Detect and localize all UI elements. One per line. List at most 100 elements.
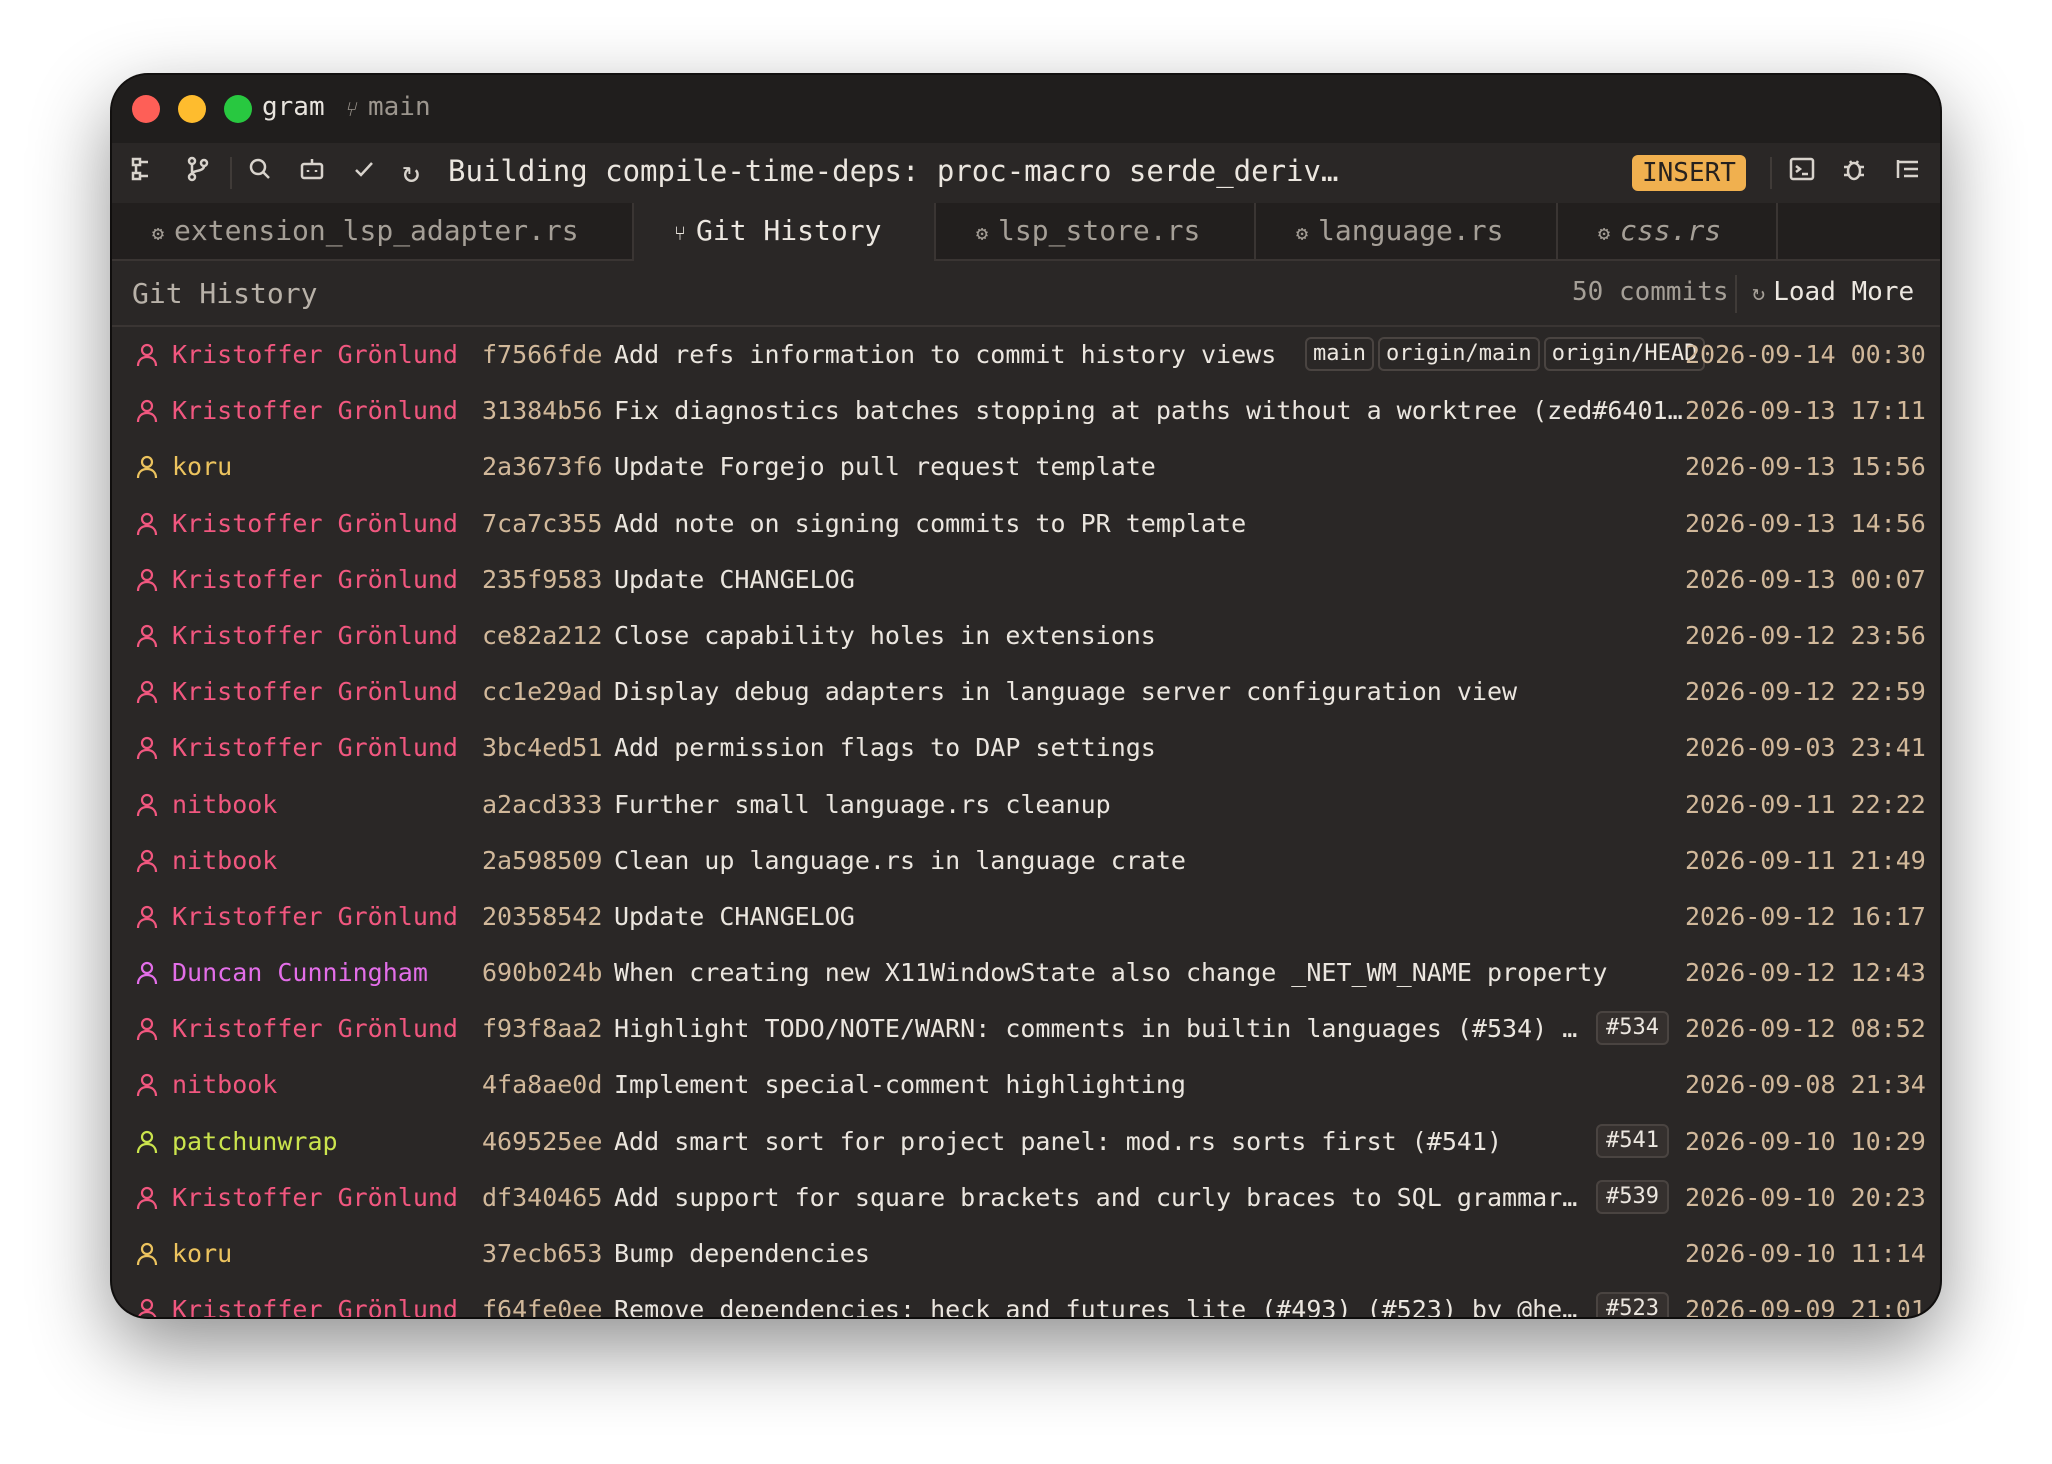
commit-hash[interactable]: 2a3673f6 <box>482 451 602 483</box>
sync-icon: ↻ <box>402 155 421 190</box>
user-avatar-icon <box>132 1182 162 1220</box>
load-more-button[interactable]: ↻ Load More <box>1752 277 1914 307</box>
commit-message: Close capability holes in extensions <box>614 620 1156 650</box>
commit-row[interactable]: Kristoffer Grönlund 20358542 Update CHANGE… <box>112 889 1940 945</box>
commit-author: Kristoffer Grönlund <box>172 508 458 538</box>
commit-row[interactable]: nitbook 2a598509 Clean up language.rs in l… <box>112 833 1940 889</box>
user-avatar-icon <box>132 1013 162 1051</box>
pull-request-badge[interactable]: #539 <box>1596 1179 1669 1214</box>
tab-language[interactable]: ⚙ language.rs <box>1256 203 1558 259</box>
commit-hash[interactable]: cc1e29ad <box>482 676 602 708</box>
commit-hash[interactable]: 469525ee <box>482 1126 602 1158</box>
commit-hash[interactable]: 3bc4ed51 <box>482 732 602 764</box>
maximize-window-button[interactable] <box>224 95 252 123</box>
commit-hash[interactable]: 31384b56 <box>482 395 602 427</box>
commit-row[interactable]: Kristoffer Grönlund f7566fde Add refs info… <box>112 327 1940 383</box>
commit-hash[interactable]: df340465 <box>482 1182 602 1214</box>
commit-row[interactable]: Kristoffer Grönlund df340465 Add support f… <box>112 1170 1940 1226</box>
user-avatar-icon <box>132 1126 162 1164</box>
ref-badge[interactable]: origin/HEAD <box>1543 337 1706 371</box>
checkmark-icon[interactable] <box>352 155 376 191</box>
pull-request-badge[interactable]: #534 <box>1596 1011 1669 1046</box>
commit-row[interactable]: Duncan Cunningham 690b024b When creating n… <box>112 945 1940 1001</box>
commit-row[interactable]: patchunwrap 469525ee Add smart sort for pr… <box>112 1114 1940 1170</box>
commit-hash[interactable]: ce82a212 <box>482 620 602 652</box>
ref-badge[interactable]: origin/main <box>1377 337 1540 371</box>
commit-date: 2026-09-12 08:52 <box>1685 1014 1926 1044</box>
project-panel-icon[interactable] <box>130 155 158 193</box>
commit-date: 2026-09-13 17:11 <box>1685 396 1926 426</box>
tab-git-history[interactable]: ⑂ Git History <box>634 203 936 261</box>
commit-hash[interactable]: f64fe0ee <box>482 1294 602 1317</box>
search-icon[interactable] <box>246 155 274 193</box>
commit-message: Add smart sort for project panel: mod.rs… <box>614 1126 1503 1156</box>
commit-row[interactable]: Kristoffer Grönlund cc1e29ad Display debug… <box>112 664 1940 720</box>
commit-hash[interactable]: 37ecb653 <box>482 1238 602 1270</box>
commit-row[interactable]: Kristoffer Grönlund 235f9583 Update CHANGE… <box>112 552 1940 608</box>
commit-hash[interactable]: 235f9583 <box>482 564 602 596</box>
pull-request-badge[interactable]: #523 <box>1596 1292 1669 1317</box>
toolbar: ↻ Building compile-time-deps: proc-macro… <box>112 143 1940 203</box>
tab-extension-lsp-adapter[interactable]: ⚙ extension_lsp_adapter.rs <box>112 203 634 259</box>
commit-date: 2026-09-12 23:56 <box>1685 620 1926 650</box>
commit-row[interactable]: Kristoffer Grönlund 7ca7c355 Add note on s… <box>112 496 1940 552</box>
commit-author: nitbook <box>172 845 278 875</box>
commit-list: Kristoffer Grönlund f7566fde Add refs info… <box>112 327 1940 1317</box>
user-avatar-icon <box>132 620 162 658</box>
header-divider <box>1735 275 1737 313</box>
commit-hash[interactable]: 7ca7c355 <box>482 508 602 540</box>
close-window-button[interactable] <box>132 95 160 123</box>
commit-hash[interactable]: f7566fde <box>482 339 602 371</box>
commit-message: Further small language.rs cleanup <box>614 789 1111 819</box>
commit-date: 2026-09-03 23:41 <box>1685 733 1926 763</box>
assistant-bot-icon[interactable] <box>298 155 326 193</box>
commit-author: koru <box>172 452 233 482</box>
commit-row[interactable]: Kristoffer Grönlund f64fe0ee Remove depend… <box>112 1282 1940 1317</box>
commit-author: patchunwrap <box>172 1126 338 1156</box>
commit-author: Kristoffer Grönlund <box>172 1182 458 1212</box>
user-avatar-icon <box>132 1294 162 1317</box>
commit-hash[interactable]: 20358542 <box>482 901 602 933</box>
commit-message: When creating new X11WindowState also ch… <box>614 958 1608 988</box>
commit-hash[interactable]: 4fa8ae0d <box>482 1069 602 1101</box>
commit-row[interactable]: Kristoffer Grönlund 31384b56 Fix diagnosti… <box>112 383 1940 439</box>
commit-date: 2026-09-11 22:22 <box>1685 789 1926 819</box>
commit-message: Clean up language.rs in language crate <box>614 845 1186 875</box>
tab-css[interactable]: ⚙ css.rs <box>1558 203 1778 259</box>
commit-author: Kristoffer Grönlund <box>172 564 458 594</box>
commit-hash[interactable]: f93f8aa2 <box>482 1013 602 1045</box>
debug-bug-icon[interactable] <box>1840 155 1868 193</box>
commit-hash[interactable]: 690b024b <box>482 957 602 989</box>
tab-lsp-store[interactable]: ⚙ lsp_store.rs <box>936 203 1256 259</box>
git-branch-panel-icon[interactable] <box>184 155 212 193</box>
branch-name[interactable]: main <box>368 92 431 122</box>
commit-date: 2026-09-12 22:59 <box>1685 677 1926 707</box>
rust-file-icon: ⚙ <box>1296 221 1309 245</box>
commit-message: Add refs information to commit history v… <box>614 340 1277 369</box>
commit-row[interactable]: Kristoffer Grönlund ce82a212 Close capabil… <box>112 608 1940 664</box>
commit-message: Implement special-comment highlighting <box>614 1070 1186 1100</box>
commit-date: 2026-09-13 15:56 <box>1685 452 1926 482</box>
pull-request-badge[interactable]: #541 <box>1596 1123 1669 1158</box>
commit-row[interactable]: koru 37ecb653 Bump dependencies 2026-09-10 … <box>112 1226 1940 1282</box>
commit-count: 50 commits <box>1572 277 1729 307</box>
toolbar-divider <box>230 157 232 189</box>
user-avatar-icon <box>132 845 162 883</box>
outline-panel-icon[interactable] <box>1894 155 1922 193</box>
commit-row[interactable]: nitbook a2acd333 Further small language.rs… <box>112 777 1940 833</box>
commit-hash[interactable]: 2a598509 <box>482 845 602 877</box>
user-avatar-icon <box>132 732 162 770</box>
commit-row[interactable]: koru 2a3673f6 Update Forgejo pull request … <box>112 439 1940 495</box>
commit-row[interactable]: Kristoffer Grönlund 3bc4ed51 Add permissio… <box>112 720 1940 776</box>
commit-date: 2026-09-14 00:30 <box>1685 340 1926 369</box>
commit-message: Add support for square brackets and curl… <box>614 1182 1579 1212</box>
ref-badge[interactable]: main <box>1305 337 1374 371</box>
commit-hash[interactable]: a2acd333 <box>482 789 602 821</box>
terminal-icon[interactable] <box>1788 155 1816 193</box>
commit-message: Highlight TODO/NOTE/WARN: comments in bu… <box>614 1014 1579 1044</box>
commit-row[interactable]: Kristoffer Grönlund f93f8aa2 Highlight TOD… <box>112 1001 1940 1057</box>
minimize-window-button[interactable] <box>178 95 206 123</box>
user-avatar-icon <box>132 1069 162 1107</box>
commit-row[interactable]: nitbook 4fa8ae0d Implement special-comment… <box>112 1057 1940 1113</box>
commit-date: 2026-09-08 21:34 <box>1685 1070 1926 1100</box>
